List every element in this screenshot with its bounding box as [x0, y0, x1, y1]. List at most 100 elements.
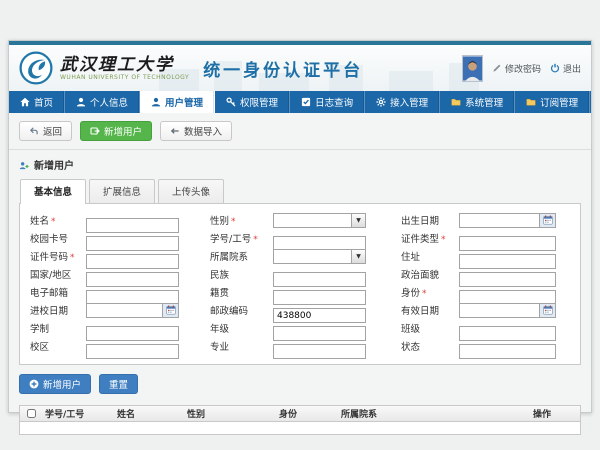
- calendar-icon[interactable]: [539, 214, 555, 227]
- submit-add-user-label: 新增用户: [43, 377, 81, 391]
- nav-item-users[interactable]: 用户管理: [140, 91, 215, 113]
- results-table-empty-body: [19, 422, 581, 435]
- column-header-4: 所属院系: [338, 407, 530, 420]
- id-number-label: 证件号码*: [30, 249, 86, 263]
- results-table-header: 学号/工号姓名性别身份所属院系操作: [19, 405, 581, 422]
- class-label: 班级: [401, 321, 459, 335]
- nav-item-label: 用户管理: [165, 95, 203, 109]
- submit-add-user-button[interactable]: 新增用户: [19, 374, 91, 394]
- ethnicity-label: 民族: [210, 267, 273, 281]
- enroll-date-date-value: [87, 304, 162, 317]
- nav-item-profile[interactable]: 个人信息: [65, 91, 140, 113]
- university-name-en: WUHAN UNIVERSITY OF TECHNOLOGY: [60, 74, 189, 81]
- back-button[interactable]: 返回: [19, 121, 72, 141]
- major-label: 专业: [210, 339, 273, 353]
- postal-code-label: 邮政编码: [210, 303, 273, 317]
- gender-label: 性别*: [210, 213, 273, 227]
- id-type-label: 证件类型*: [401, 231, 459, 245]
- enroll-date-date-field[interactable]: [86, 303, 179, 318]
- required-asterisk: *: [422, 289, 427, 299]
- grade-label: 年级: [210, 321, 273, 335]
- logout-label: 退出: [563, 62, 581, 75]
- required-asterisk: *: [253, 235, 258, 245]
- nav-item-label: 日志查询: [315, 95, 353, 109]
- back-arrow-icon: [29, 126, 39, 136]
- pencil-icon: [492, 63, 502, 73]
- select-all-cell: [20, 409, 42, 419]
- person-icon: [76, 97, 86, 107]
- schooling-length-label: 学制: [30, 321, 86, 335]
- navbar: 首页 个人信息 用户管理 权限管理 日志查询 接入管理 系统管理 订阅管理: [9, 91, 591, 113]
- gender-selected-value: [274, 214, 351, 227]
- university-logo: [19, 51, 53, 85]
- platform-title: 统一身份认证平台: [203, 56, 363, 81]
- status-label: 状态: [401, 339, 459, 353]
- app-window: 武汉理工大学 WUHAN UNIVERSITY OF TECHNOLOGY 统一…: [8, 40, 592, 413]
- birth-date-date-field[interactable]: [459, 213, 556, 228]
- folder-icon: [526, 97, 536, 107]
- reset-label: 重置: [109, 377, 128, 391]
- nav-item-label: 个人信息: [90, 95, 128, 109]
- major-field[interactable]: [273, 344, 366, 359]
- new-user-section-icon: [19, 160, 29, 170]
- birth-date-label: 出生日期: [401, 213, 459, 227]
- divider: [9, 149, 591, 150]
- home-icon: [20, 97, 30, 107]
- column-header-1: 姓名: [114, 407, 184, 420]
- nav-item-label: 订阅管理: [540, 95, 578, 109]
- tab-basic[interactable]: 基本信息: [20, 179, 86, 204]
- nav-item-subscription[interactable]: 订阅管理: [515, 91, 590, 113]
- chevron-down-icon[interactable]: ▼: [351, 214, 365, 227]
- user-photo: [462, 55, 483, 82]
- form-actions: 新增用户 重置: [19, 374, 581, 394]
- key-icon: [226, 97, 236, 107]
- nav-item-label: 接入管理: [390, 95, 428, 109]
- required-asterisk: *: [231, 217, 236, 227]
- gear-icon: [376, 97, 386, 107]
- student-no-label: 学号/工号*: [210, 231, 273, 245]
- nav-item-access[interactable]: 接入管理: [365, 91, 440, 113]
- calendar-icon[interactable]: [162, 304, 178, 317]
- section-title: 新增用户: [34, 157, 74, 172]
- add-user-toolbar-button[interactable]: 新增用户: [80, 121, 152, 141]
- user-form: 姓名*性别*▼出生日期校园卡号学号/工号*证件类型*证件号码*所属院系▼住址国家…: [30, 211, 572, 355]
- email-label: 电子邮箱: [30, 285, 86, 299]
- select-all-checkbox[interactable]: [27, 409, 36, 418]
- import-arrow-icon: [170, 126, 180, 136]
- plus-circle-icon: [29, 379, 39, 389]
- column-header-5: 操作: [530, 407, 580, 420]
- tab-extended[interactable]: 扩展信息: [89, 179, 155, 203]
- basic-info-panel: 姓名*性别*▼出生日期校园卡号学号/工号*证件类型*证件号码*所属院系▼住址国家…: [19, 203, 581, 365]
- valid-date-date-field[interactable]: [459, 303, 556, 318]
- campus-field[interactable]: [86, 344, 179, 359]
- campus-label: 校区: [30, 339, 86, 353]
- tab-avatar[interactable]: 上传头像: [158, 179, 224, 203]
- valid-date-label: 有效日期: [401, 303, 459, 317]
- reset-button[interactable]: 重置: [99, 374, 138, 394]
- logout-link[interactable]: 退出: [550, 62, 581, 75]
- nav-item-label: 权限管理: [240, 95, 278, 109]
- country-region-label: 国家/地区: [30, 267, 86, 281]
- content-area: 返回 新增用户 数据导入: [9, 113, 591, 412]
- university-name-cn: 武汉理工大学: [60, 56, 189, 74]
- birth-date-date-value: [460, 214, 539, 227]
- identity-label: 身份*: [401, 285, 459, 299]
- nav-item-label: 系统管理: [465, 95, 503, 109]
- section-header: 新增用户: [19, 157, 581, 172]
- chevron-down-icon[interactable]: ▼: [351, 250, 365, 263]
- status-field[interactable]: [459, 344, 556, 359]
- nav-item-permissions[interactable]: 权限管理: [215, 91, 290, 113]
- nav-item-logs[interactable]: 日志查询: [290, 91, 365, 113]
- change-password-link[interactable]: 修改密码: [492, 62, 541, 75]
- nav-item-system[interactable]: 系统管理: [440, 91, 515, 113]
- valid-date-date-value: [460, 304, 539, 317]
- add-user-icon: [90, 126, 100, 136]
- gender-select[interactable]: ▼: [273, 213, 366, 228]
- calendar-icon[interactable]: [539, 304, 555, 317]
- nav-item-home[interactable]: 首页: [9, 91, 65, 113]
- address-label: 住址: [401, 249, 459, 263]
- name-label: 姓名*: [30, 213, 86, 227]
- required-asterisk: *: [441, 235, 446, 245]
- data-import-button[interactable]: 数据导入: [160, 121, 232, 141]
- department-select[interactable]: ▼: [273, 249, 366, 264]
